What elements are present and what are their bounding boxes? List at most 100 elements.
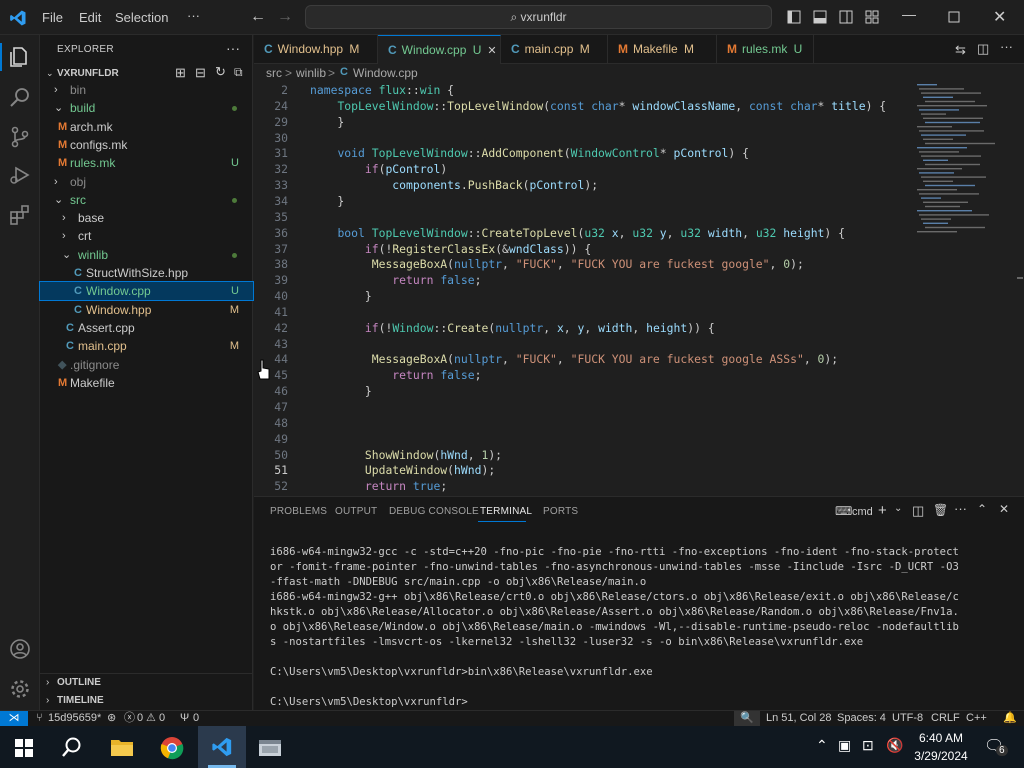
- run-debug-icon[interactable]: [8, 163, 32, 187]
- tab-window-hpp[interactable]: C Window.hpp M: [254, 35, 378, 64]
- editor-scrollbar[interactable]: [1014, 82, 1024, 495]
- tab-problems[interactable]: PROBLEMS: [270, 506, 327, 517]
- command-center-search[interactable]: ⌕ vxrunfldr: [305, 5, 772, 29]
- new-terminal-icon[interactable]: +: [878, 502, 887, 519]
- tree-folder[interactable]: › bin: [40, 81, 253, 99]
- code-line[interactable]: return false;: [310, 273, 481, 287]
- more-actions-icon[interactable]: ···: [226, 40, 240, 56]
- tab-debug-console[interactable]: DEBUG CONSOLE: [389, 506, 479, 517]
- tree-file[interactable]: ◆ .gitignore: [40, 356, 253, 374]
- display-icon[interactable]: ⊡: [862, 737, 874, 754]
- toggle-secondary-sidebar-icon[interactable]: [839, 10, 853, 24]
- menu-more[interactable]: ···: [187, 8, 200, 23]
- code-line[interactable]: if(!RegisterClassEx(&wndClass)) {: [310, 242, 591, 256]
- tree-file[interactable]: Mconfigs.mk: [40, 136, 253, 154]
- chrome-icon[interactable]: [160, 736, 184, 760]
- chevron-right-icon[interactable]: ›: [62, 209, 66, 227]
- file-explorer-icon[interactable]: [110, 737, 134, 757]
- chevron-down-icon[interactable]: ⌄: [46, 68, 54, 79]
- git-branch[interactable]: 15d95659*: [48, 711, 101, 726]
- outline-section[interactable]: OUTLINE: [57, 677, 101, 688]
- code-line[interactable]: components.PushBack(pControl);: [310, 178, 598, 192]
- encoding[interactable]: UTF-8: [892, 711, 923, 726]
- indentation[interactable]: Spaces: 4: [837, 711, 886, 726]
- minimap[interactable]: [909, 82, 1014, 495]
- tab-rules-mk[interactable]: Mrules.mk U: [717, 35, 814, 64]
- workspace-root[interactable]: VXRUNFLDR: [57, 68, 119, 79]
- breadcrumb-file[interactable]: Window.cpp: [353, 66, 418, 80]
- maximize-panel-icon[interactable]: ⌃: [977, 502, 987, 516]
- breadcrumb-src[interactable]: src: [266, 66, 282, 80]
- new-file-icon[interactable]: ⊞: [175, 65, 186, 81]
- menu-selection[interactable]: Selection: [115, 10, 168, 25]
- tree-folder[interactable]: ⌄ src: [40, 191, 253, 209]
- tree-file[interactable]: C Window.hpp M: [40, 301, 253, 319]
- notifications-bell-icon[interactable]: 🔔: [1003, 711, 1017, 726]
- source-control-icon[interactable]: [8, 125, 32, 149]
- code-line[interactable]: }: [310, 384, 372, 398]
- tab-output[interactable]: OUTPUT: [335, 506, 377, 517]
- extensions-icon[interactable]: [8, 203, 32, 227]
- show-hidden-icons-icon[interactable]: ⌃: [816, 737, 828, 754]
- minimize-icon[interactable]: —: [902, 6, 916, 22]
- timeline-section[interactable]: TIMELINE: [57, 695, 104, 706]
- new-folder-icon[interactable]: ⊟: [195, 65, 206, 81]
- trash-icon[interactable]: 🗑: [933, 503, 948, 517]
- code-editor[interactable]: 2 namespace flux::win {24 TopLevelWindow:…: [254, 82, 909, 495]
- forward-arrow-icon[interactable]: →: [277, 8, 293, 26]
- accounts-icon[interactable]: [8, 637, 32, 661]
- vscode-logo-icon[interactable]: [9, 9, 27, 27]
- back-arrow-icon[interactable]: ←: [250, 8, 266, 26]
- warning-count[interactable]: 0: [159, 711, 165, 726]
- zoom-icon[interactable]: 🔍: [734, 711, 760, 726]
- tab-window-cpp[interactable]: C Window.cpp U ✕: [378, 35, 501, 64]
- menu-edit[interactable]: Edit: [79, 10, 101, 25]
- cursor-position[interactable]: Ln 51, Col 28: [766, 711, 831, 726]
- sync-icon[interactable]: ⊛: [107, 711, 116, 726]
- ports-count[interactable]: 0: [193, 711, 199, 726]
- tree-file[interactable]: C StructWithSize.hpp: [40, 264, 253, 282]
- collapse-all-icon[interactable]: ⧉: [234, 65, 243, 80]
- split-editor-icon[interactable]: ◫: [977, 41, 989, 57]
- tree-file[interactable]: M Makefile: [40, 374, 253, 392]
- terminal-output[interactable]: i686-w64-mingw32-gcc -c -std=c++20 -fno-…: [270, 545, 960, 710]
- tab-makefile[interactable]: M Makefile M: [608, 35, 717, 64]
- menu-file[interactable]: File: [42, 10, 63, 25]
- end-of-line[interactable]: CRLF: [931, 711, 960, 726]
- refresh-icon[interactable]: ↻: [215, 64, 226, 80]
- code-line[interactable]: }: [310, 115, 344, 129]
- code-line[interactable]: ShowWindow(hWnd, 1);: [310, 448, 502, 462]
- code-line[interactable]: bool TopLevelWindow::CreateTopLevel(u32 …: [310, 226, 845, 240]
- app-window-icon[interactable]: [258, 738, 282, 758]
- tab-main-cpp[interactable]: Cmain.cpp M: [501, 35, 608, 64]
- clock-time[interactable]: 6:40 AM: [916, 731, 966, 745]
- error-count[interactable]: 0: [137, 711, 143, 726]
- tree-folder[interactable]: › crt: [40, 227, 253, 245]
- search-view-icon[interactable]: [8, 85, 32, 109]
- maximize-icon[interactable]: [948, 11, 960, 23]
- explorer-icon[interactable]: [8, 45, 32, 69]
- chevron-right-icon[interactable]: ›: [62, 227, 66, 245]
- code-line[interactable]: TopLevelWindow::TopLevelWindow(const cha…: [310, 99, 886, 113]
- tree-folder[interactable]: › base: [40, 209, 253, 227]
- vscode-taskbar-button[interactable]: [198, 726, 246, 768]
- chevron-right-icon[interactable]: ›: [46, 695, 49, 706]
- tree-folder[interactable]: ⌄ build: [40, 99, 253, 117]
- code-line[interactable]: MessageBoxA(nullptr, "FUCK", "FUCK YOU a…: [310, 352, 838, 366]
- code-line[interactable]: }: [310, 289, 372, 303]
- code-line[interactable]: MessageBoxA(nullptr, "FUCK", "FUCK YOU a…: [310, 257, 804, 271]
- breadcrumb-winlib[interactable]: winlib: [296, 66, 326, 80]
- code-line[interactable]: void TopLevelWindow::AddComponent(Window…: [310, 146, 749, 160]
- remote-indicator-icon[interactable]: ⋊: [0, 711, 28, 726]
- network-icon[interactable]: ▣: [838, 737, 851, 754]
- customize-layout-icon[interactable]: [865, 10, 879, 24]
- split-terminal-icon[interactable]: ◫: [912, 503, 924, 519]
- code-line[interactable]: return true;: [310, 479, 447, 493]
- code-line[interactable]: if(!Window::Create(nullptr, x, y, width,…: [310, 321, 715, 335]
- tree-folder[interactable]: ⌄ winlib: [40, 246, 253, 264]
- toggle-panel-icon[interactable]: [813, 10, 827, 24]
- more-actions-icon[interactable]: ···: [1000, 39, 1013, 54]
- chevron-down-icon[interactable]: ⌄: [54, 99, 63, 117]
- close-window-icon[interactable]: ✕: [993, 7, 1006, 27]
- tree-file[interactable]: Mrules.mk U: [40, 154, 253, 172]
